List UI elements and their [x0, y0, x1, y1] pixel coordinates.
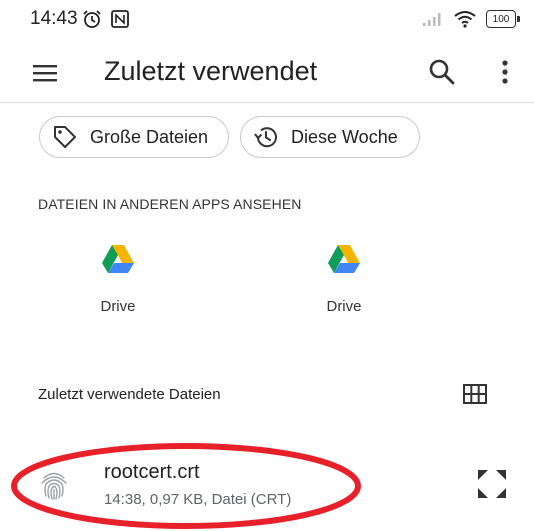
status-left-icons [82, 9, 130, 29]
grid-view-icon[interactable] [463, 384, 487, 404]
page-title: Zuletzt verwendet [104, 56, 318, 86]
search-icon[interactable] [428, 58, 456, 86]
chip-large-files[interactable]: Große Dateien [39, 116, 229, 158]
status-right-icons: 100 [422, 10, 520, 28]
alarm-icon [83, 10, 101, 28]
more-vert-icon[interactable] [495, 58, 515, 88]
google-drive-icon [102, 245, 134, 273]
highlight-ellipse [11, 443, 361, 529]
app-label: Drive [100, 298, 136, 315]
signal-icon [423, 13, 441, 26]
history-icon [254, 127, 277, 148]
toolbar-divider [0, 102, 534, 103]
expand-icon[interactable] [476, 468, 508, 500]
tag-icon [54, 126, 76, 148]
chip-label: Diese Woche [291, 126, 398, 147]
recent-files-header: Zuletzt verwendete Dateien [38, 386, 221, 403]
nfc-icon [111, 10, 129, 28]
apps-section-header: DATEIEN IN ANDEREN APPS ANSEHEN [38, 196, 302, 212]
battery-icon: 100 [486, 10, 520, 28]
google-drive-icon [328, 245, 360, 273]
menu-icon[interactable] [32, 60, 58, 86]
wifi-icon [454, 11, 476, 28]
chip-this-week[interactable]: Diese Woche [240, 116, 420, 158]
app-label: Drive [326, 298, 362, 315]
chip-label: Große Dateien [90, 126, 209, 147]
status-bar: 14:43 100 [0, 0, 534, 40]
status-time: 14:43 [30, 8, 78, 29]
app-drive[interactable]: Drive [304, 244, 384, 315]
app-drive[interactable]: Drive [78, 244, 158, 315]
